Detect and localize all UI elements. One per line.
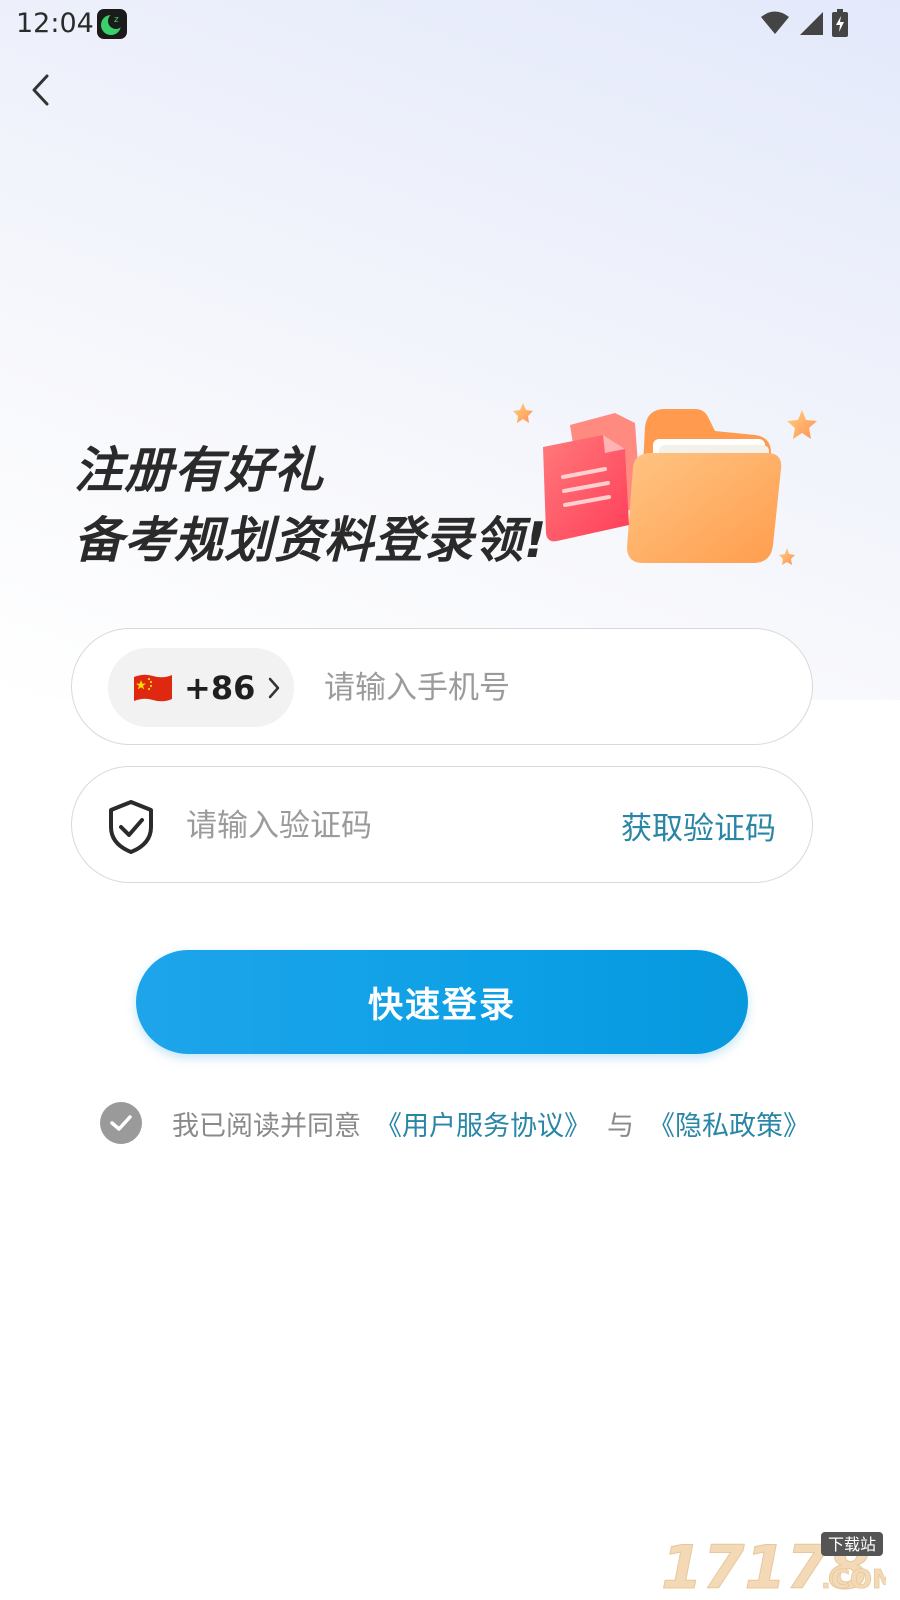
star-icon (779, 548, 795, 565)
chevron-left-icon (29, 73, 51, 111)
china-flag-icon (132, 673, 174, 703)
check-icon (110, 1115, 132, 1131)
shield-check-icon (106, 799, 156, 855)
quick-login-button[interactable]: 快速登录 (136, 950, 748, 1054)
get-code-button[interactable]: 获取验证码 (621, 803, 776, 848)
phone-input[interactable] (322, 651, 786, 725)
star-icon (787, 410, 817, 439)
privacy-policy-link[interactable]: 《隐私政策》 (648, 1104, 810, 1143)
promo-line-1: 注册有好礼 (74, 442, 325, 499)
watermark-suffix: .COM (821, 1565, 886, 1595)
chevron-right-icon (267, 676, 281, 700)
back-button[interactable] (20, 70, 60, 114)
signal-icon (798, 10, 824, 40)
status-icons (760, 9, 848, 41)
phone-field: +86 (71, 628, 813, 745)
promo-line-2: 备考规划资料登录领! (74, 512, 548, 569)
site-watermark: 17178 下载站 .COM (661, 1526, 898, 1600)
agreement-row: 我已阅读并同意 《用户服务协议》 与 《隐私政策》 (100, 1101, 810, 1145)
user-agreement-link[interactable]: 《用户服务协议》 (375, 1104, 591, 1143)
app-notification-icon: z (97, 9, 127, 39)
status-bar: 12:04 z (0, 0, 900, 48)
verification-code-input[interactable] (184, 789, 568, 863)
battery-charging-icon (832, 9, 848, 41)
agreement-prefix: 我已阅读并同意 (172, 1110, 361, 1142)
star-icon (513, 403, 533, 423)
status-time: 12:04 (16, 8, 94, 39)
agreement-conjunction: 与 (607, 1110, 634, 1142)
header-background (0, 0, 900, 700)
document-folder-illustration (505, 395, 835, 585)
svg-text:z: z (114, 15, 119, 25)
watermark-tag: 下载站 (828, 1535, 876, 1554)
agreement-checkbox[interactable] (100, 1102, 142, 1144)
country-code-selector[interactable]: +86 (108, 648, 294, 727)
wifi-icon (760, 10, 790, 40)
verification-code-field: 获取验证码 (71, 766, 813, 883)
country-code: +86 (184, 668, 256, 707)
promo-headline: 注册有好礼 备考规划资料登录领! (74, 436, 548, 576)
